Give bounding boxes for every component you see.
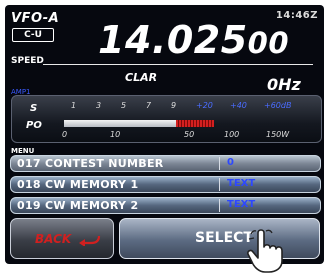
back-arrow-icon [79, 235, 101, 246]
meter-bar-peak [176, 120, 214, 127]
s-scale-tick: 1 [71, 101, 77, 110]
s-scale-tick: 9 [171, 101, 177, 110]
s-scale-tick: 7 [146, 101, 152, 110]
back-label: BACK [35, 232, 72, 246]
frequency-main: 14.025 [98, 18, 248, 62]
mode-badge: C-U [12, 28, 54, 42]
po-meter-label: PO [26, 120, 42, 131]
s-meter-label: S [30, 103, 38, 114]
menu-row-cw-memory-1[interactable]: 018 CW MEMORY 1 TEXT [10, 176, 321, 193]
po-scale-tick: 100 [224, 130, 240, 139]
clar-label: CLAR [125, 71, 158, 84]
po-scale-tick: 0 [62, 130, 68, 139]
back-button[interactable]: BACK [10, 218, 114, 259]
speed-line [43, 64, 313, 65]
clar-value: 0Hz [267, 75, 301, 94]
menu-row-label: 018 CW MEMORY 1 [17, 178, 139, 191]
meter-bar [64, 120, 214, 127]
menu-row-value: TEXT [227, 178, 256, 189]
s-scale-tick: 5 [121, 101, 127, 110]
menu-row-value: TEXT [227, 199, 256, 210]
s-scale-over-tick: +60dB [264, 101, 292, 110]
s-po-meter: S PO 1 3 5 7 9 +20 +40 +60dB 0 10 50 100… [11, 95, 322, 143]
radio-display: VFO-A C-U 14:46Z 14.02500 SPEED CLAR 0Hz… [5, 5, 324, 264]
menu-row-label: 017 CONTEST NUMBER [17, 157, 164, 170]
po-scale-tick: 10 [110, 130, 121, 139]
row-divider [219, 157, 220, 170]
menu-row-value: 0 [227, 157, 234, 168]
row-divider [219, 199, 220, 212]
s-scale-over-tick: +20 [196, 101, 213, 110]
pointing-hand-icon [247, 229, 283, 273]
frequency-display: 14.02500 [98, 19, 289, 64]
s-scale-over-tick: +40 [230, 101, 247, 110]
po-scale-tick: 150W [266, 130, 290, 139]
po-scale-tick: 50 [184, 130, 195, 139]
select-label: SELECT [195, 230, 253, 246]
row-divider [219, 178, 220, 191]
s-scale-tick: 3 [96, 101, 102, 110]
menu-label: MENU [11, 147, 35, 155]
menu-row-label: 019 CW MEMORY 2 [17, 199, 139, 212]
frequency-small: 00 [247, 26, 289, 60]
speed-label: SPEED [11, 56, 44, 66]
vfo-label: VFO-A [11, 11, 60, 26]
menu-row-contest-number[interactable]: 017 CONTEST NUMBER 0 [10, 155, 321, 172]
menu-row-cw-memory-2[interactable]: 019 CW MEMORY 2 TEXT [10, 197, 321, 214]
